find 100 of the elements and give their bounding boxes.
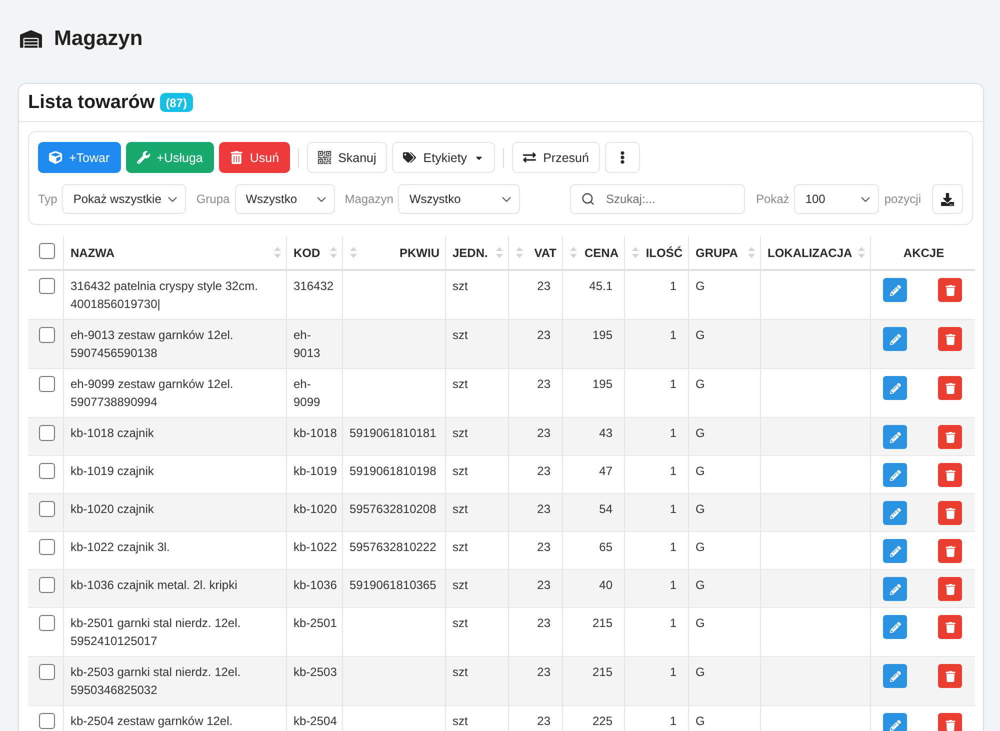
checkbox[interactable] xyxy=(39,577,55,593)
checkbox[interactable] xyxy=(39,278,55,294)
delete-button[interactable] xyxy=(938,463,962,487)
edit-button[interactable] xyxy=(883,278,908,302)
column-header[interactable]: NAZWA xyxy=(70,246,114,260)
table-cell: G xyxy=(696,464,705,478)
table-cell: kb-1019 czajnik xyxy=(70,464,154,478)
trash-icon xyxy=(944,382,956,394)
pencil-icon xyxy=(890,470,901,480)
search-field[interactable]: Szukaj:... xyxy=(570,184,745,214)
warehouse-select[interactable]: Wszystko xyxy=(398,184,520,214)
checkbox[interactable] xyxy=(39,376,55,392)
table-cell: 1 xyxy=(670,714,676,728)
table-cell: szt xyxy=(452,714,468,728)
table-cell: 43 xyxy=(599,426,612,440)
column-header[interactable]: VAT xyxy=(534,246,556,260)
download-button[interactable] xyxy=(932,184,963,214)
table-cell-text: eh-9099 xyxy=(294,376,322,411)
checkbox[interactable] xyxy=(39,539,55,555)
column-header[interactable]: PKWIU xyxy=(400,246,440,260)
checkbox[interactable] xyxy=(39,615,55,631)
filter-label: pozycji xyxy=(884,192,921,206)
trash-icon xyxy=(944,720,956,730)
edit-button[interactable] xyxy=(883,664,908,688)
table-cell: 23 xyxy=(537,578,550,592)
download-icon xyxy=(941,192,954,206)
checkbox[interactable] xyxy=(39,463,55,479)
delete-button[interactable]: Usuń xyxy=(218,142,290,173)
table-cell: G xyxy=(696,540,705,554)
delete-button[interactable] xyxy=(938,577,962,601)
pencil-icon xyxy=(890,284,901,296)
table-cell: szt xyxy=(452,328,468,342)
delete-button[interactable] xyxy=(938,425,962,449)
table-cell: G xyxy=(696,377,705,391)
pencil-icon xyxy=(890,670,901,682)
table-cell: 1 xyxy=(670,426,676,440)
table-cell-text: kb-1036 xyxy=(294,577,337,594)
pencil-icon xyxy=(890,382,901,394)
column-header[interactable]: LOKALIZACJA xyxy=(768,246,852,260)
checkbox[interactable] xyxy=(39,243,55,259)
edit-button[interactable] xyxy=(883,425,908,449)
table-cell: G xyxy=(696,616,705,630)
delete-button[interactable] xyxy=(938,664,962,688)
move-button[interactable]: Przesuń xyxy=(512,142,600,173)
delete-button[interactable] xyxy=(938,327,962,351)
checkbox[interactable] xyxy=(39,664,55,680)
scan-button[interactable]: Skanuj xyxy=(307,142,388,173)
more-button[interactable] xyxy=(604,142,640,173)
edit-button[interactable] xyxy=(883,376,908,400)
column-header[interactable]: JEDN. xyxy=(452,246,488,260)
delete-button[interactable] xyxy=(938,278,962,302)
table-cell: 195 xyxy=(592,328,612,342)
column-header[interactable]: CENA xyxy=(584,246,618,260)
delete-button[interactable] xyxy=(938,713,962,731)
column-header[interactable]: KOD xyxy=(294,246,320,260)
checkbox[interactable] xyxy=(39,327,55,343)
table-cell: 1 xyxy=(670,464,676,478)
labels-button[interactable]: Etykiety xyxy=(392,142,496,173)
type-select[interactable]: Pokaż wszystkie xyxy=(62,184,186,214)
delete-button[interactable] xyxy=(938,615,962,639)
table-cell: 5919061810198 xyxy=(350,464,436,478)
table-cell: 5919061810181 xyxy=(350,426,436,440)
table-cell: 23 xyxy=(537,426,550,440)
table-cell: szt xyxy=(452,377,468,391)
pencil-icon xyxy=(890,622,901,632)
edit-button[interactable] xyxy=(883,577,908,601)
table-cell: 45.1 xyxy=(589,279,612,293)
table-cell: G xyxy=(696,279,705,293)
delete-button[interactable] xyxy=(938,501,962,525)
delete-button[interactable] xyxy=(938,539,962,563)
edit-button[interactable] xyxy=(883,501,908,525)
trash-icon xyxy=(944,470,956,480)
table-cell: 195 xyxy=(592,377,612,391)
checkbox[interactable] xyxy=(39,713,55,729)
table-cell: kb-2504 zestaw garnków 12el. xyxy=(70,714,233,728)
table-cell: 215 xyxy=(592,616,612,630)
table-cell: szt xyxy=(452,540,468,554)
table-cell: 23 xyxy=(537,377,550,391)
edit-button[interactable] xyxy=(883,539,908,563)
filter-label: Magazyn xyxy=(344,192,394,206)
edit-button[interactable] xyxy=(883,615,908,639)
pencil-icon xyxy=(890,720,901,730)
edit-button[interactable] xyxy=(883,327,908,351)
qr-code-icon xyxy=(318,151,332,164)
trash-icon xyxy=(944,432,956,442)
table-cell: 23 xyxy=(537,540,550,554)
delete-button[interactable] xyxy=(938,376,962,400)
checkbox[interactable] xyxy=(39,501,55,517)
group-select[interactable]: Wszystko xyxy=(234,184,335,214)
edit-button[interactable] xyxy=(883,463,908,487)
column-header[interactable]: GRUPA xyxy=(696,246,738,260)
table-cell: 5957632810208 xyxy=(350,502,436,516)
page-size-select[interactable]: 100 xyxy=(794,184,880,214)
column-header[interactable]: ILOŚĆ xyxy=(646,246,682,260)
checkbox[interactable] xyxy=(39,425,55,441)
trash-icon xyxy=(944,622,956,632)
edit-button[interactable] xyxy=(883,713,908,731)
table-cell-text: kb-2503 xyxy=(294,664,337,681)
table-cell: 1 xyxy=(670,540,676,554)
trash-icon xyxy=(944,284,956,296)
